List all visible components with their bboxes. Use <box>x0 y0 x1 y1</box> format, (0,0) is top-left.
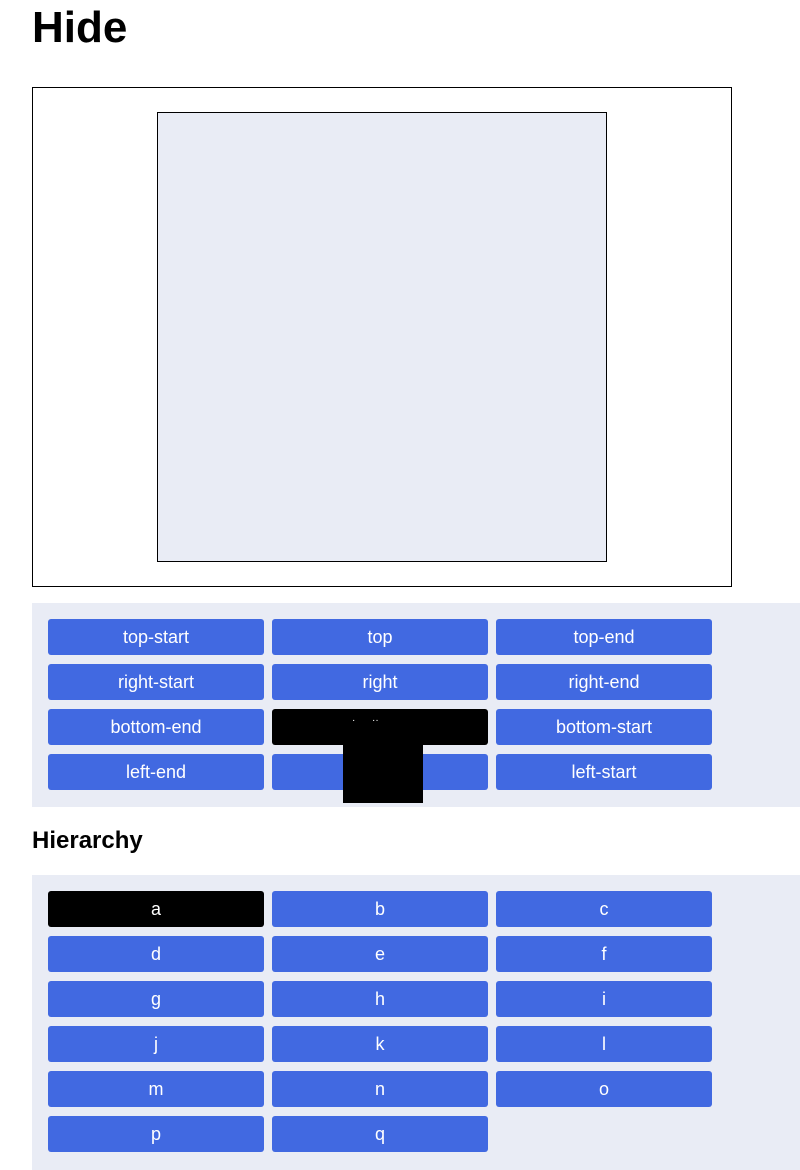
placement-button-left-start[interactable]: left-start <box>496 754 712 790</box>
hierarchy-button-p[interactable]: p <box>48 1116 264 1152</box>
hierarchy-button-e[interactable]: e <box>272 936 488 972</box>
hierarchy-button-n[interactable]: n <box>272 1071 488 1107</box>
hierarchy-button-c[interactable]: c <box>496 891 712 927</box>
placement-button-top[interactable]: top <box>272 619 488 655</box>
placement-button-bottom-start[interactable]: bottom-start <box>496 709 712 745</box>
hierarchy-heading: Hierarchy <box>32 827 143 854</box>
placement-button-left-end[interactable]: left-end <box>48 754 264 790</box>
hierarchy-button-m[interactable]: m <box>48 1071 264 1107</box>
hierarchy-button-o[interactable]: o <box>496 1071 712 1107</box>
hierarchy-controls: a b c d e f g h i j k l m n o p q <box>32 875 800 1170</box>
hierarchy-button-f[interactable]: f <box>496 936 712 972</box>
dot-glyph-1: · <box>352 715 356 726</box>
placement-button-top-start[interactable]: top-start <box>48 619 264 655</box>
hierarchy-button-d[interactable]: d <box>48 936 264 972</box>
placement-button-right-end[interactable]: right-end <box>496 664 712 700</box>
boundary-container <box>32 87 732 587</box>
hierarchy-button-i[interactable]: i <box>496 981 712 1017</box>
placement-button-right[interactable]: right <box>272 664 488 700</box>
page-title: Hide <box>32 3 128 52</box>
hierarchy-button-j[interactable]: j <box>48 1026 264 1062</box>
hierarchy-button-b[interactable]: b <box>272 891 488 927</box>
hierarchy-button-q[interactable]: q <box>272 1116 488 1152</box>
placement-button-bottom-end[interactable]: bottom-end <box>48 709 264 745</box>
hierarchy-button-g[interactable]: g <box>48 981 264 1017</box>
hierarchy-button-k[interactable]: k <box>272 1026 488 1062</box>
hierarchy-button-a[interactable]: a <box>48 891 264 927</box>
placement-button-top-end[interactable]: top-end <box>496 619 712 655</box>
reference-element <box>157 112 607 562</box>
floating-element <box>343 745 423 803</box>
hierarchy-button-h[interactable]: h <box>272 981 488 1017</box>
placement-button-right-start[interactable]: right-start <box>48 664 264 700</box>
hierarchy-button-l[interactable]: l <box>496 1026 712 1062</box>
dot-glyph-2: ·· <box>372 715 379 726</box>
placement-button-bottom[interactable]: bottom <box>272 709 488 745</box>
